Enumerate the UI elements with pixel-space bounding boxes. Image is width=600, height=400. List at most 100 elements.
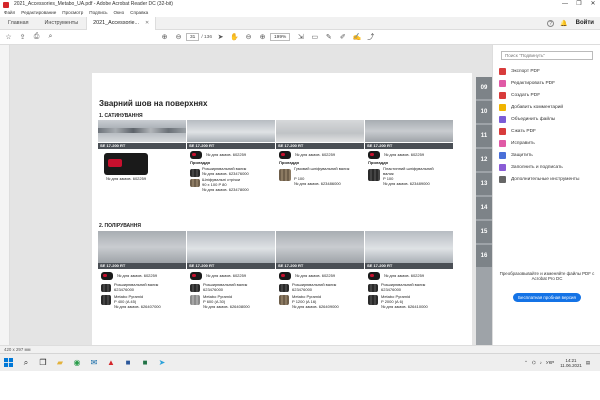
maximize-button[interactable]: ❐ [572,0,586,9]
share-icon[interactable]: ⤴ [365,32,376,43]
page-down-icon[interactable]: ⊖ [173,32,184,43]
close-button[interactable]: ✕ [586,0,600,9]
upload-icon[interactable]: ⇪ [17,32,28,43]
tool-item[interactable]: Защитить [499,149,597,161]
bell-icon[interactable]: 🔔 [560,20,567,27]
zoom-out-icon[interactable]: ⊖ [243,32,254,43]
fit-page-icon[interactable]: ⇲ [295,32,306,43]
tab-home[interactable]: Главная [0,17,37,30]
accessory-order: № для замов. 626408000 [203,304,250,309]
tool-item[interactable]: Экспорт PDF [499,65,597,77]
tool-item[interactable]: Добавить комментарий [499,101,597,113]
select-cursor-icon[interactable]: ➤ [215,32,226,43]
window-titlebar: 2021_Accessories_Metabo_UA.pdf - Adobe A… [0,0,600,9]
page-up-icon[interactable]: ⊕ [159,32,170,43]
close-tab-icon[interactable]: ✕ [145,17,149,30]
tool-icon [499,67,506,75]
tool-icon [499,91,506,99]
page-index-tab[interactable]: 12 [476,149,492,171]
tool-label: Экспорт PDF [511,68,540,74]
free-trial-button[interactable]: Бесплатная пробная версия [513,293,581,302]
windows-start-icon[interactable] [0,354,16,372]
tools-search-input[interactable]: Поиск "Подвинуть" [501,51,593,60]
polish-photo [365,231,453,263]
hand-tool-icon[interactable]: ✋ [229,32,240,43]
expansion-roller-image [279,284,289,292]
page-index-tab[interactable]: 16 [476,245,492,267]
tools-list: Экспорт PDF Редактировать PDF Создать PDF Д… [499,65,597,185]
tool-label: Объединить файлы [511,116,556,122]
word-icon[interactable]: ■ [121,356,135,370]
accessory-order: № для замов. 623489000 [383,181,430,186]
section-satin-heading: 1. САТИНУВАННЯ [99,113,143,119]
tool-icon [499,175,506,183]
search-icon[interactable]: ⌕ [45,32,56,43]
tool-item[interactable]: Редактировать PDF [499,77,597,89]
volume-icon[interactable]: ♪ [540,360,542,365]
polisher-thumb [190,272,202,280]
tool-item[interactable]: Дополнительные инструменты [499,173,597,185]
weld-photo [98,120,186,142]
print-icon[interactable]: ⎙ [31,32,42,43]
main-toolbar: ☆ ⇪ ⎙ ⌕ ⊕ ⊖ 31 / 136 ➤ ✋ ⊖ ⊕ 199% ⇲ ▭ ✎ … [0,30,600,45]
task-view-icon[interactable]: ❐ [36,356,50,370]
excel-icon[interactable]: ■ [138,356,152,370]
pyramid-roller-image [368,295,378,305]
accessory-order: 623476000 [114,287,135,292]
network-icon[interactable]: ⌬ [532,360,536,366]
tool-item[interactable]: Создать PDF [499,89,597,101]
order-number: № для замов. 602259 [384,273,425,278]
tool-icon [499,163,506,171]
scroll-mode-icon[interactable]: ▭ [309,32,320,43]
tool-label: Исправить [511,140,535,146]
accessory-order: 623476000 [292,287,313,292]
page-index-tab[interactable]: 09 [476,77,492,99]
chrome-icon[interactable]: ◉ [70,356,84,370]
expansion-roller-image [190,169,200,177]
pyramid-roller-image [190,295,200,305]
keyboard-language[interactable]: УКР [546,360,554,365]
order-number: № для замов. 602259 [106,176,147,181]
zoom-in-icon[interactable]: ⊕ [257,32,268,43]
bookmark-icon[interactable]: ☆ [3,32,14,43]
polisher-thumb [368,272,380,280]
tool-item[interactable]: Сжать PDF [499,125,597,137]
page-number-input[interactable]: 31 [186,33,200,41]
notifications-icon[interactable]: ▤ [586,360,590,366]
acrobat-icon[interactable]: ▲ [104,356,118,370]
accessory-order: № для замов. 623486000 [294,181,341,186]
page-index-tab[interactable]: 15 [476,221,492,243]
tray-up-icon[interactable]: ⌃ [524,360,528,366]
model-label: SE 17-200 RT [365,143,453,149]
tool-icon [499,127,506,135]
tab-bar: Главная Инструменты 2021_Accessorie... ✕… [0,16,600,30]
page-index-tab[interactable]: 14 [476,197,492,219]
windows-taskbar: ⌕ ❐ ▰ ◉ ✉ ▲ ■ ■ ➤ ⌃ ⌬ ♪ УКР 14:21 11.06.… [0,353,600,371]
draw-icon[interactable]: ✐ [337,32,348,43]
minimize-button[interactable]: — [558,0,572,9]
file-explorer-icon[interactable]: ▰ [53,356,67,370]
comment-icon[interactable]: ✎ [323,32,334,43]
page-index-tab[interactable]: 10 [476,101,492,123]
tool-item[interactable]: Исправить [499,137,597,149]
page-index-tab[interactable]: 11 [476,125,492,147]
zoom-level-select[interactable]: 199% [270,33,291,41]
tool-item[interactable]: Объединить файлы [499,113,597,125]
tab-tools[interactable]: Инструменты [37,17,87,30]
polish-photo [276,231,364,263]
sign-icon[interactable]: ✍ [351,32,362,43]
search-icon[interactable]: ⌕ [19,356,33,370]
mail-icon[interactable]: ✉ [87,356,101,370]
clock[interactable]: 14:21 11.06.2021 [560,358,582,368]
tool-item[interactable]: Заполнить и подписать [499,161,597,173]
page-index-tab[interactable]: 13 [476,173,492,195]
document-viewer[interactable]: Зварний шов на поверхнях 1. САТИНУВАННЯ … [10,45,492,345]
telegram-icon[interactable]: ➤ [155,356,169,370]
order-number: № для замов. 602259 [295,152,336,157]
login-button[interactable]: Войти [576,20,594,26]
expansion-roller-image [368,284,378,292]
model-label: SE 17-200 RT [365,263,453,269]
help-icon[interactable]: ? [547,19,555,27]
model-label: SE 17-200 RT [276,263,364,269]
tab-document[interactable]: 2021_Accessorie... ✕ [86,16,157,30]
